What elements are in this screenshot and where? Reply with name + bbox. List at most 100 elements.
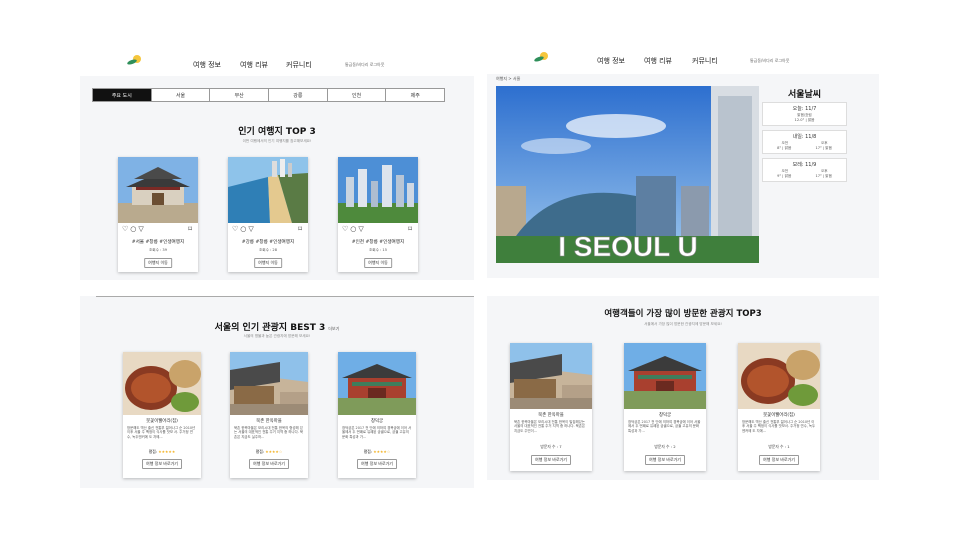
destination-image[interactable] <box>118 157 198 223</box>
rating-label: 평점: <box>255 449 264 454</box>
nav-travel-info[interactable]: 여행 정보 <box>597 56 625 66</box>
site-logo[interactable] <box>533 52 549 68</box>
bookmark-icon[interactable]: ⌑ <box>188 225 192 233</box>
nav-community[interactable]: 커뮤니티 <box>286 60 312 70</box>
attraction-description: 북촌 한옥마을은 모리시대 전통 한옥이 밀집해있는 서울의 대표적인 전통 주… <box>514 420 586 433</box>
weather-date: 내일: 11/8 <box>792 134 817 140</box>
nav-travel-info[interactable]: 여행 정보 <box>193 60 221 70</box>
attraction-card: 붓꽃이웰어리(집) 방문해도 역산 출신 전통부 젊어나그 순 2010년 이후… <box>738 343 820 471</box>
breadcrumb[interactable]: 여행지 > 서울 <box>496 76 520 82</box>
attraction-card: 북촌 한옥마을 북촌 한옥마을은 모리시대 전통 한옥이 밀집해있는 서울의 대… <box>510 343 592 471</box>
attraction-image[interactable] <box>230 352 308 415</box>
panel-seoul-detail: 여행 정보 여행 리뷰 커뮤니티 통금동/비다리 로그아웃 여행지 > 서울 I… <box>487 44 879 278</box>
star-icon: ★★★★★ <box>158 449 176 454</box>
attraction-card: 창덕궁 창덕궁은 2017 전 단에 의하여 경복궁에 이어 서울에서 두 번째… <box>624 343 706 471</box>
attraction-image[interactable] <box>510 343 592 409</box>
tab-jeju[interactable]: 제주 <box>386 89 444 101</box>
view-count: 조회수 : 15 <box>369 248 387 252</box>
comment-icon[interactable]: ○ <box>350 225 356 233</box>
attraction-name: 붓꽃이웰어리(집) <box>146 419 178 424</box>
city-tabs: 주요 도시 서울 부산 강릉 인천 제주 <box>92 88 445 102</box>
user-menu[interactable]: 통금동/비다리 로그아웃 <box>345 62 384 68</box>
destination-card: ♡ ○ ▽ ⌑ #강릉 #창릉 #인생여행지 조회수 : 28 여행지 이동 <box>228 157 308 272</box>
card-actions: ♡ ○ ▽ ⌑ <box>342 225 414 233</box>
section-title: 여행객들이 가장 많이 방문한 관광지 TOP3 <box>604 309 762 319</box>
share-icon[interactable]: ▽ <box>358 225 363 233</box>
heart-icon[interactable]: ♡ <box>342 225 348 233</box>
share-icon[interactable]: ▽ <box>138 225 143 233</box>
am-temp: 9° | 맑음 <box>777 174 792 178</box>
view-info-button[interactable]: 여행 정보 바로가기 <box>142 459 182 469</box>
attraction-card: 붓꽃이웰어리(집) 방문해도 역산 출신 전통부 젊어나그 순 2010년 이후… <box>123 352 201 478</box>
nav-travel-review[interactable]: 여행 리뷰 <box>644 56 672 66</box>
go-destination-button[interactable]: 여행지 이동 <box>144 258 172 268</box>
rating: 평점: ★★★★☆ <box>338 449 416 455</box>
view-info-button[interactable]: 여행 정보 바로가기 <box>531 455 571 465</box>
comment-icon[interactable]: ○ <box>130 225 136 233</box>
section-title: 인기 여행지 TOP 3 <box>238 127 316 137</box>
attraction-description: 방문해도 역산 출신 전통부 젊어나그 순 2010년 이후 서울 주 팩정이 … <box>127 426 196 439</box>
tab-incheon[interactable]: 인천 <box>328 89 387 101</box>
destination-card: ♡ ○ ▽ ⌑ #서울 #창릉 #인생여행지 조회수 : 39 여행지 이동 <box>118 157 198 272</box>
attraction-name: 창덕궁 <box>658 413 672 418</box>
tab-seoul[interactable]: 서울 <box>152 89 211 101</box>
weather-title: 서울날씨 <box>787 90 822 100</box>
attraction-image[interactable] <box>738 343 820 409</box>
go-destination-button[interactable]: 여행지 이동 <box>254 258 282 268</box>
view-info-button[interactable]: 여행 정보 바로가기 <box>249 459 289 469</box>
user-menu[interactable]: 통금동/비다리 로그아웃 <box>750 58 789 64</box>
view-count: 조회수 : 28 <box>259 248 277 252</box>
destination-image[interactable] <box>338 157 418 223</box>
section-title-text: 서울의 인기 관광지 BEST 3 <box>214 323 326 333</box>
more-link[interactable]: 더보기 <box>328 326 339 331</box>
attraction-name: 북촌 한옥마을 <box>538 413 564 418</box>
destination-tags: #강릉 #창릉 #인생여행지 <box>241 240 295 245</box>
tab-gangneung[interactable]: 강릉 <box>269 89 328 101</box>
leaf-icon <box>126 58 138 66</box>
view-count: 조회수 : 39 <box>149 248 167 252</box>
city-hero-image: I SEOUL U <box>496 86 759 263</box>
star-icon: ★★★★☆ <box>265 449 283 454</box>
weather-temp: 12.0° | 맑음 <box>794 118 815 122</box>
pm-temp: 17° | 맑음 <box>815 174 832 178</box>
view-info-button[interactable]: 여행 정보 바로가기 <box>357 459 397 469</box>
heart-icon[interactable]: ♡ <box>122 225 128 233</box>
share-icon[interactable]: ▽ <box>248 225 253 233</box>
weather-date: 오늘: 11/7 <box>792 106 817 112</box>
bookmark-icon[interactable]: ⌑ <box>408 225 412 233</box>
site-logo[interactable] <box>126 55 142 71</box>
destination-image[interactable] <box>228 157 308 223</box>
panel-popular-destinations: 여행 정보 여행 리뷰 커뮤니티 통금동/비다리 로그아웃 주요 도시 서울 부… <box>80 52 474 280</box>
rating-label: 평점: <box>363 449 372 454</box>
rating: 평점: ★★★★★ <box>123 449 201 455</box>
weather-day-after: 모레: 11/9 오전 오후 9° | 맑음 17° | 맑음 <box>762 158 847 182</box>
weather-widget: 서울날씨 오늘: 11/7 맑음/흐림 12.0° | 맑음 내일: 11/8 … <box>762 87 847 184</box>
weather-date: 모레: 11/9 <box>792 162 817 168</box>
go-destination-button[interactable]: 여행지 이동 <box>364 258 392 268</box>
seoul-sign-text: I SEOUL U <box>558 231 698 262</box>
tab-busan[interactable]: 부산 <box>210 89 270 101</box>
section-subtitle: 서울의 명물과 높은 관광지에 방문해 보세요! <box>243 334 311 338</box>
weather-today: 오늘: 11/7 맑음/흐림 12.0° | 맑음 <box>762 102 847 126</box>
nav-travel-review[interactable]: 여행 리뷰 <box>240 60 268 70</box>
attraction-name: 북촌 한옥마을 <box>256 419 282 424</box>
nav-community[interactable]: 커뮤니티 <box>692 56 718 66</box>
pm-temp: 17° | 맑음 <box>815 146 832 150</box>
attraction-card: 창덕궁 창덕궁은 2017 전 단에 의하여 경복궁에 이어 서울에서 두 번째… <box>338 352 416 478</box>
rating: 평점: ★★★★☆ <box>230 449 308 455</box>
view-info-button[interactable]: 여행 정보 바로가기 <box>759 455 799 465</box>
attraction-image[interactable] <box>338 352 416 415</box>
view-info-button[interactable]: 여행 정보 바로가기 <box>645 455 685 465</box>
card-actions: ♡ ○ ▽ ⌑ <box>122 225 194 233</box>
comment-icon[interactable]: ○ <box>240 225 246 233</box>
visitor-count: 방문자 수 : 2 <box>654 444 676 449</box>
attraction-image[interactable] <box>624 343 706 409</box>
star-icon: ★★★★☆ <box>373 449 391 454</box>
bookmark-icon[interactable]: ⌑ <box>298 225 302 233</box>
divider <box>96 296 474 297</box>
visitor-count: 방문자 수 : 7 <box>540 444 562 449</box>
attraction-image[interactable] <box>123 352 201 415</box>
heart-icon[interactable]: ♡ <box>232 225 238 233</box>
destination-tags: #서울 #창릉 #인생여행지 <box>131 240 185 245</box>
tab-major-cities[interactable]: 주요 도시 <box>93 89 152 101</box>
